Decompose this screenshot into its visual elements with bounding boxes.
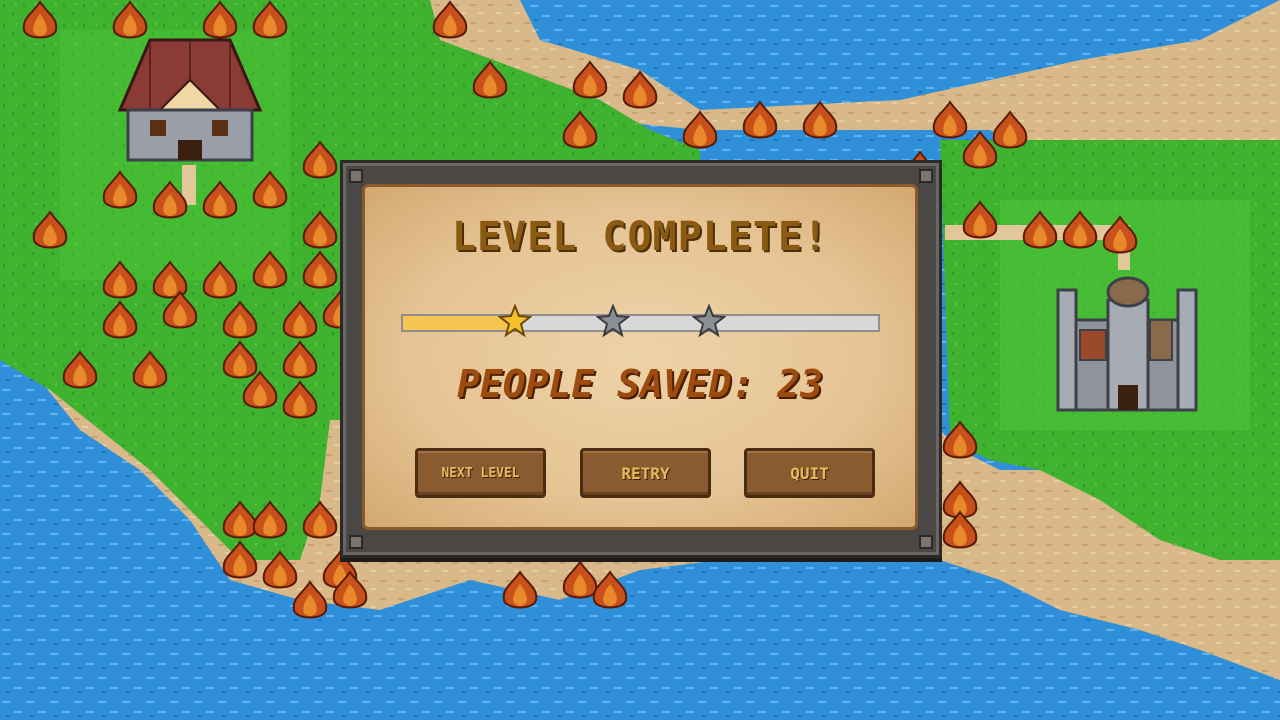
people-saved-label: PEOPLE SAVED: 23 xyxy=(456,362,824,406)
level-complete-title: LEVEL COMPLETE! xyxy=(451,214,829,260)
star-gold-icon xyxy=(498,304,532,338)
house-icon xyxy=(117,38,263,162)
star-gray-icon xyxy=(692,304,726,338)
frame-bolt xyxy=(349,169,363,183)
frame-bolt xyxy=(919,535,933,549)
quit-button[interactable]: QUIT xyxy=(744,448,875,498)
frame-bolt xyxy=(349,535,363,549)
progress-bar xyxy=(401,314,880,332)
star-gray-icon xyxy=(596,304,630,338)
frame-bolt xyxy=(919,169,933,183)
next-level-button[interactable]: NEXT LEVEL xyxy=(415,448,546,498)
retry-button[interactable]: RETRY xyxy=(580,448,711,498)
